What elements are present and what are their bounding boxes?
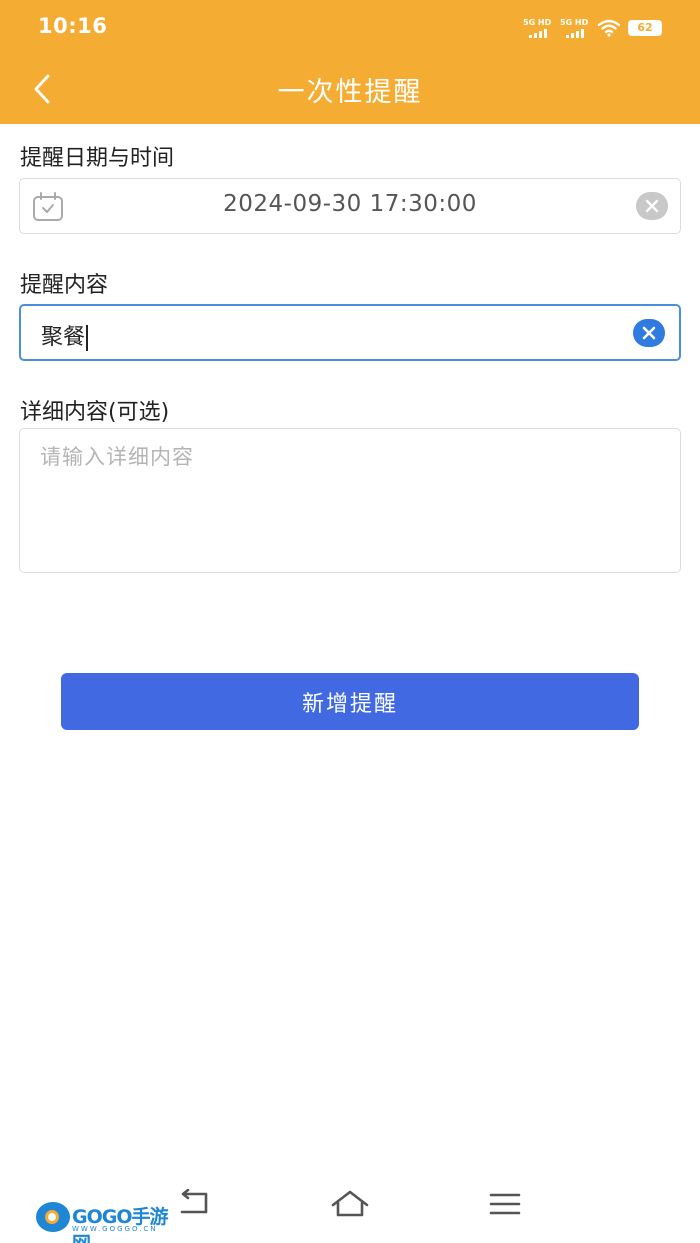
page-title: 一次性提醒 <box>277 77 423 108</box>
content-input-value: 聚餐 <box>41 319 89 351</box>
clear-content-icon[interactable] <box>633 319 665 347</box>
nav-back-button[interactable] <box>176 1188 212 1221</box>
status-time: 10:16 <box>38 14 108 38</box>
app-header: 10:16 5G HD 5G HD 62 一次性提醒 <box>0 0 700 124</box>
gogo-logo-icon <box>36 1202 70 1232</box>
datetime-value: 2024-09-30 17:30:00 <box>223 191 477 217</box>
signal-icon: 5G HD <box>560 18 590 38</box>
nav-home-button[interactable] <box>330 1189 370 1223</box>
menu-icon <box>489 1193 521 1215</box>
back-arrow-icon <box>180 1188 208 1214</box>
watermark-text: GOGO手游网 <box>72 1206 169 1243</box>
wifi-icon <box>597 19 621 37</box>
text-cursor <box>86 325 89 351</box>
add-reminder-button[interactable]: 新增提醒 <box>61 673 639 730</box>
watermark-logo: GOGO手游网 WWW.GOGGO.CN <box>36 1198 172 1243</box>
datetime-field[interactable]: 2024-09-30 17:30:00 <box>19 178 681 234</box>
nav-menu-button[interactable] <box>488 1191 522 1221</box>
detail-label: 详细内容(可选) <box>20 400 170 425</box>
watermark-url: WWW.GOGGO.CN <box>72 1225 158 1233</box>
signal-icon: 5G HD <box>523 18 553 38</box>
home-icon <box>331 1190 369 1217</box>
content-label: 提醒内容 <box>20 273 109 298</box>
status-icons: 5G HD 5G HD 62 <box>523 18 662 38</box>
datetime-label: 提醒日期与时间 <box>20 146 175 171</box>
clear-datetime-icon[interactable] <box>636 192 668 220</box>
detail-textarea[interactable]: 请输入详细内容 <box>19 428 681 573</box>
detail-placeholder: 请输入详细内容 <box>40 445 194 469</box>
battery-icon: 62 <box>628 20 662 36</box>
content-input[interactable]: 聚餐 <box>19 304 681 361</box>
